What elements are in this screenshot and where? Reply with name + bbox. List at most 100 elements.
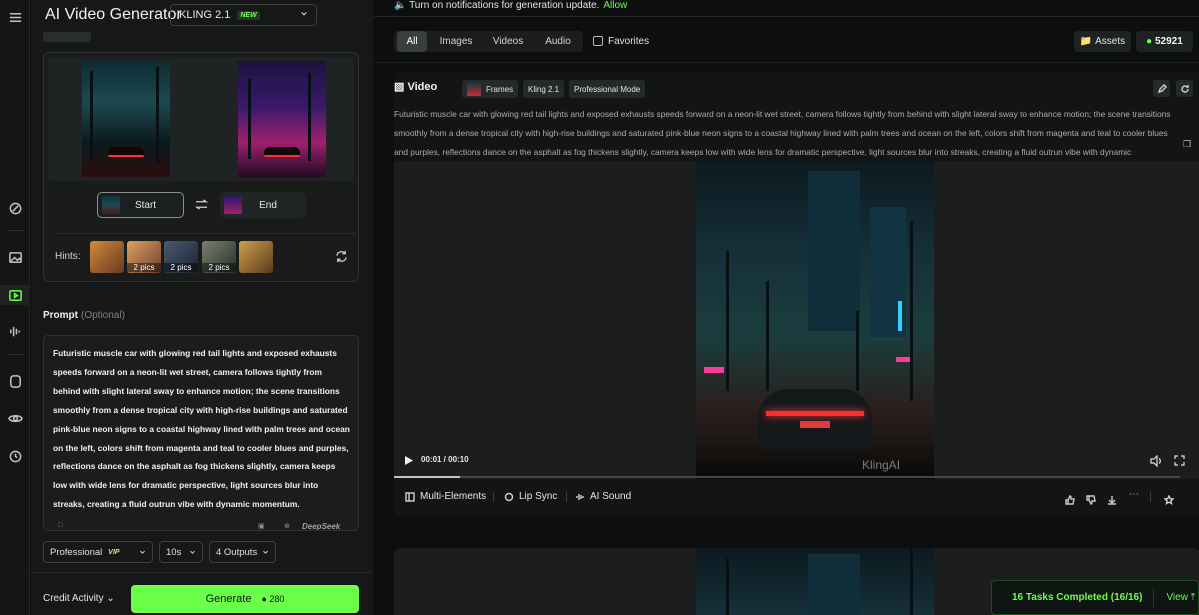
audio-icon[interactable]: [0, 321, 30, 341]
result-description: Futuristic muscle car with glowing red t…: [394, 109, 1171, 157]
hint-thumb[interactable]: [90, 241, 124, 273]
image-icon[interactable]: [0, 247, 30, 267]
reuse-button[interactable]: [1176, 80, 1193, 97]
image-insert-icon[interactable]: ▣: [258, 522, 265, 530]
palm-shape: [248, 79, 251, 159]
credits-badge[interactable]: ● 52921: [1136, 31, 1193, 52]
hint-thumb[interactable]: 2 pics: [164, 241, 198, 273]
end-thumb: [224, 196, 242, 214]
mode-select[interactable]: Professional VIP: [43, 541, 153, 563]
icon-rail: [0, 0, 30, 615]
chip-mode: Professional Mode: [569, 80, 646, 98]
chevron-down-icon: [140, 550, 145, 554]
view-button[interactable]: View ⤒: [1166, 592, 1195, 603]
credits-value: 52921: [1155, 36, 1183, 47]
trash-icon[interactable]: □: [58, 522, 62, 529]
hint-thumb[interactable]: 2 pics: [202, 241, 236, 273]
car-shape: [758, 389, 872, 451]
refresh-icon: [1180, 84, 1189, 93]
menu-icon[interactable]: [0, 7, 30, 27]
prompt-text[interactable]: Futuristic muscle car with glowing red t…: [53, 344, 351, 514]
start-frame-button[interactable]: Start: [97, 192, 184, 218]
sound-wave-icon: [576, 493, 584, 500]
hint-thumb[interactable]: [239, 241, 273, 273]
car-shape: [264, 147, 300, 157]
history-icon[interactable]: [0, 446, 30, 466]
volume-icon[interactable]: [1150, 455, 1162, 467]
credit-activity-button[interactable]: Credit Activity ⌄: [43, 593, 115, 604]
video-frame: [696, 548, 934, 615]
palm-shape: [156, 67, 159, 163]
deepseek-button[interactable]: DeepSeek: [302, 522, 340, 530]
mode-value: Professional: [50, 546, 103, 558]
tab-audio[interactable]: Audio: [538, 31, 578, 52]
mode-tab[interactable]: [43, 32, 91, 42]
palm-shape: [90, 71, 93, 161]
palm-shape: [910, 221, 913, 401]
outputs-select[interactable]: 4 Outputs: [209, 541, 276, 563]
vip-badge: VIP: [108, 548, 120, 556]
video-progress-track[interactable]: [394, 476, 1180, 478]
start-label: Start: [134, 199, 157, 211]
avatar-icon[interactable]: [0, 371, 30, 391]
ai-sound-label: AI Sound: [590, 491, 632, 502]
allow-link[interactable]: Allow: [603, 0, 627, 11]
swap-icon[interactable]: [195, 199, 208, 210]
edit-button[interactable]: [1153, 80, 1170, 97]
palm-shape: [856, 311, 859, 391]
palm-shape: [726, 558, 729, 615]
credit-activity-label: Credit Activity: [43, 593, 104, 604]
assets-label: Assets: [1095, 36, 1126, 47]
end-frame-button[interactable]: End: [220, 192, 306, 218]
add-icon[interactable]: ⊕: [284, 522, 290, 530]
rail-divider: [7, 230, 23, 231]
lip-sync-button[interactable]: Lip Sync: [504, 491, 557, 502]
thumbs-down-icon[interactable]: [1086, 492, 1096, 505]
prompt-input[interactable]: Futuristic muscle car with glowing red t…: [43, 335, 359, 531]
filter-tabs: All Images Videos Audio: [394, 31, 583, 52]
play-icon[interactable]: [405, 456, 413, 465]
hints-label: Hints:: [55, 251, 81, 262]
action-divider: [493, 492, 494, 502]
tab-videos[interactable]: Videos: [485, 31, 531, 52]
view-label: View: [1166, 592, 1188, 603]
palm-shape: [308, 73, 311, 161]
divider: [374, 62, 1199, 63]
prompt-title: Prompt: [43, 310, 78, 321]
hints-divider: [56, 233, 356, 234]
hint-thumb[interactable]: 2 pics: [127, 241, 161, 273]
generate-button[interactable]: Generate ● 280: [131, 585, 359, 613]
fullscreen-icon[interactable]: [1174, 455, 1185, 466]
end-label: End: [259, 199, 277, 211]
more-icon[interactable]: ⋯: [1129, 489, 1139, 500]
download-icon[interactable]: [1107, 492, 1117, 505]
frame-previews: [48, 57, 354, 181]
ai-sound-button[interactable]: AI Sound: [575, 491, 631, 502]
assets-button[interactable]: 📁 Assets: [1074, 31, 1131, 52]
prompt-label: Prompt (Optional): [43, 310, 125, 321]
effects-icon[interactable]: [0, 198, 30, 218]
video-player[interactable]: [394, 161, 1199, 479]
generate-cost: ● 280: [261, 594, 285, 604]
video-icon[interactable]: [0, 285, 30, 305]
favorites-label[interactable]: Favorites: [608, 36, 649, 47]
copy-icon[interactable]: ❐: [1183, 139, 1191, 150]
edit-icon: [1157, 83, 1167, 93]
multi-elements-label: Multi-Elements: [420, 491, 487, 502]
result-heading-text: Video: [407, 81, 438, 93]
thumbs-up-icon[interactable]: [1065, 492, 1075, 505]
eye-icon[interactable]: [0, 408, 30, 428]
star-icon[interactable]: [1163, 492, 1175, 505]
favorites-checkbox[interactable]: [593, 36, 603, 46]
app-title: AI Video Generator: [45, 6, 182, 23]
tab-images[interactable]: Images: [436, 31, 476, 52]
duration-select[interactable]: 10s: [159, 541, 203, 563]
end-frame-image[interactable]: [238, 61, 326, 177]
multi-elements-button[interactable]: Multi-Elements: [405, 491, 486, 502]
video-time: 00:01 / 00:10: [421, 455, 469, 464]
model-select[interactable]: KLING 2.1 NEW: [170, 4, 317, 26]
refresh-icon[interactable]: [335, 250, 348, 263]
start-frame-image[interactable]: [82, 61, 170, 177]
divider: [374, 16, 1199, 17]
tab-all[interactable]: All: [397, 31, 427, 52]
